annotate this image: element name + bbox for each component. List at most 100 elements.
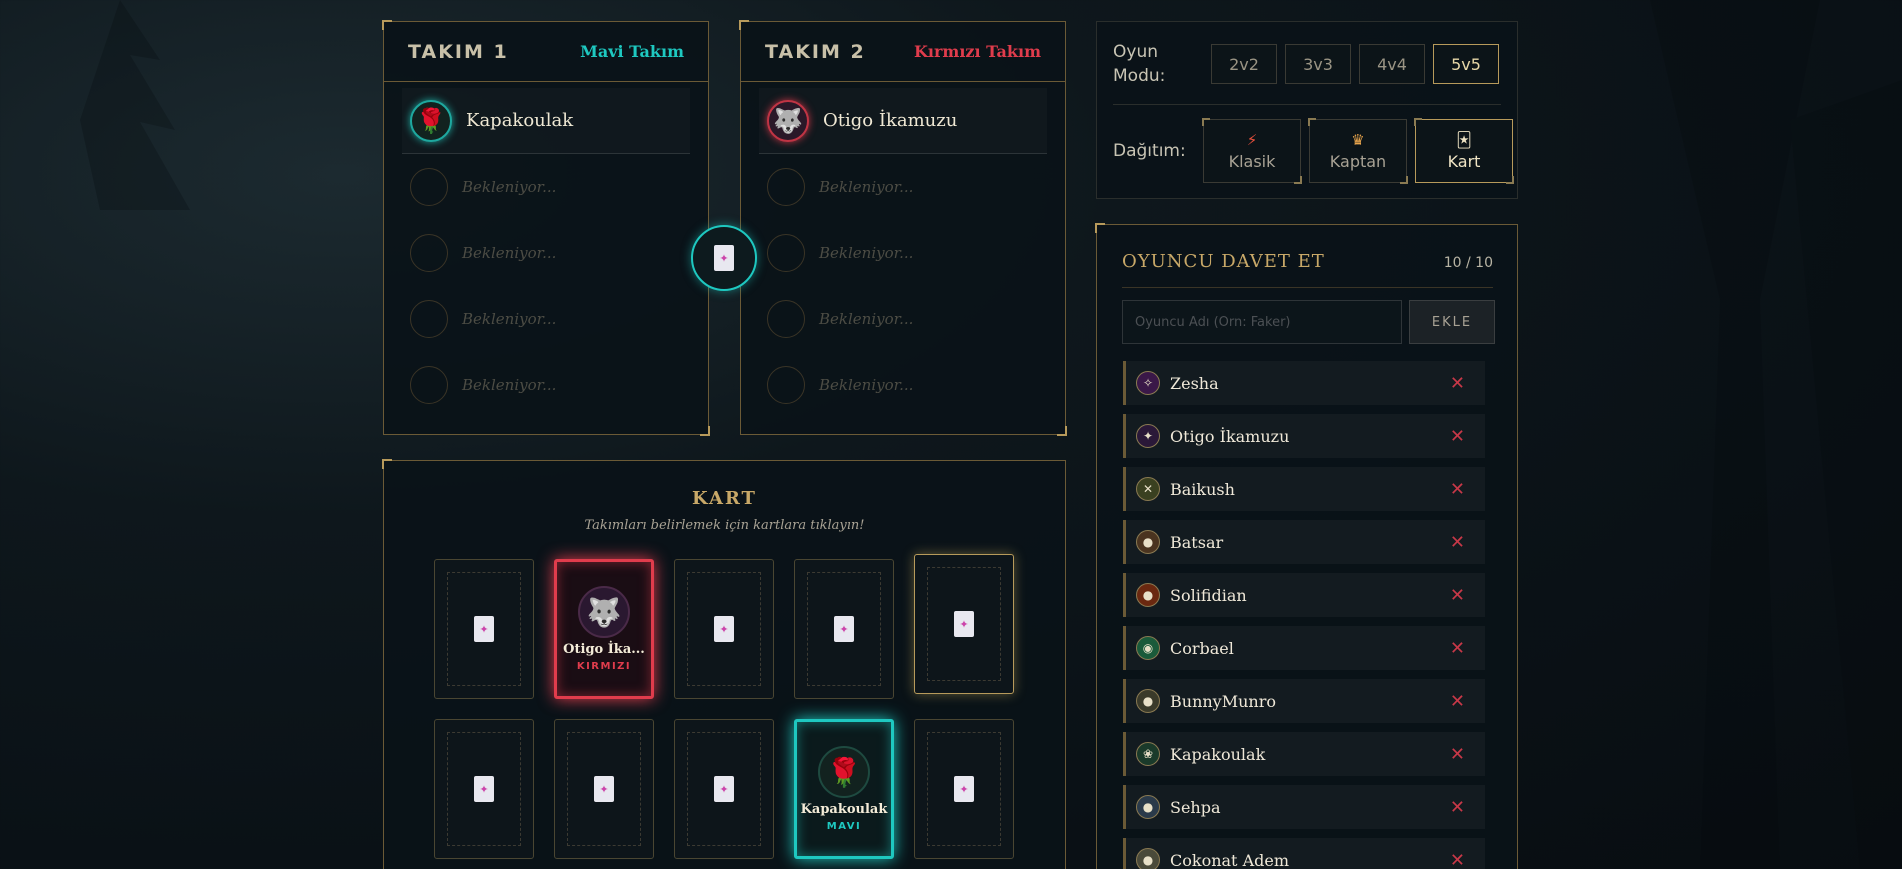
distribution-label: Dağıtım: [1113,141,1186,161]
player-name: Cokonat Adem [1170,850,1289,869]
hidden-card[interactable]: ✦ [434,559,534,699]
dist-button-kart[interactable]: 🃏 Kart [1414,118,1514,184]
player-row: ❀ Kapakoulak ✕ [1123,732,1485,776]
invite-count: 10 / 10 [1443,255,1493,271]
waiting-label: Bekleniyor... [819,310,914,328]
remove-player-icon[interactable]: ✕ [1450,850,1465,869]
hidden-card[interactable]: ✦ [914,719,1014,859]
hidden-card[interactable]: ✦ [674,559,774,699]
remove-player-icon[interactable]: ✕ [1450,532,1465,553]
remove-player-icon[interactable]: ✕ [1450,638,1465,659]
crown-icon: ♛ [1351,130,1365,149]
team1-slot-2[interactable]: Bekleniyor... [402,154,690,220]
player-name: Kapakoulak [1170,744,1266,764]
empty-avatar-icon [767,234,805,272]
player-row: ● Sehpa ✕ [1123,785,1485,829]
revealed-card-blue[interactable]: 🌹 Kapakoulak MAVI [794,719,894,859]
champion-avatar-icon: 🐺 [578,586,630,638]
player-name: Batsar [1170,532,1224,552]
empty-avatar-icon [767,168,805,206]
card-player-name: Otigo İka... [563,642,645,657]
card-icon: ✦ [714,245,734,271]
player-row: ✧ Zesha ✕ [1123,361,1485,405]
team2-slot-3[interactable]: Bekleniyor... [759,220,1047,286]
team1-slot-5[interactable]: Bekleniyor... [402,352,690,418]
empty-avatar-icon [767,300,805,338]
dist-button-kaptan[interactable]: ♛ Kaptan [1308,118,1408,184]
dist-button-klasik[interactable]: ⚡ Klasik [1202,118,1302,184]
settings-panel: Oyun Modu: 2v2 3v3 4v4 5v5 Dağıtım: ⚡ Kl… [1096,21,1518,199]
mode-button-2v2[interactable]: 2v2 [1211,44,1277,84]
remove-player-icon[interactable]: ✕ [1450,426,1465,447]
player-row: ✕ Baikush ✕ [1123,467,1485,511]
remove-player-icon[interactable]: ✕ [1450,479,1465,500]
card-icon: ✦ [834,616,854,642]
dist-label: Kart [1447,151,1481,171]
dist-label: Kaptan [1329,151,1387,171]
rose-avatar-icon: ❀ [1136,742,1160,766]
hidden-card[interactable]: ✦ [914,554,1014,694]
team1-header: TAKIM 1 Mavi Takım [384,22,708,82]
card-mode-indicator: ✦ [691,225,757,291]
waiting-label: Bekleniyor... [462,178,557,196]
hidden-card[interactable]: ✦ [794,559,894,699]
team1-slot-3[interactable]: Bekleniyor... [402,220,690,286]
lightning-icon: ⚡ [1246,130,1258,149]
game-mode-label: Oyun Modu: [1113,42,1166,86]
player-name-input[interactable] [1122,300,1402,344]
team2-title: TAKIM 2 [765,40,866,63]
card-icon: ✦ [954,611,974,637]
dist-label: Klasik [1228,151,1276,171]
card-icon: ✦ [714,776,734,802]
waiting-label: Bekleniyor... [819,376,914,394]
revealed-card-red[interactable]: 🐺 Otigo İka... KIRMIZI [554,559,654,699]
empty-avatar-icon [410,234,448,272]
champion-avatar-icon: ◉ [1136,636,1160,660]
empty-avatar-icon [410,300,448,338]
mode-button-3v3[interactable]: 3v3 [1285,44,1351,84]
remove-player-icon[interactable]: ✕ [1450,797,1465,818]
champion-avatar-icon: ✕ [1136,477,1160,501]
team2-panel: TAKIM 2 Kırmızı Takım 🐺 Otigo İkamuzu Be… [739,20,1067,436]
card-icon: ✦ [954,776,974,802]
player-row: ◉ Corbael ✕ [1123,626,1485,670]
remove-player-icon[interactable]: ✕ [1450,691,1465,712]
team1-slot-4[interactable]: Bekleniyor... [402,286,690,352]
player-name: Otigo İkamuzu [1170,426,1290,446]
rose-avatar-icon: 🌹 [410,99,452,142]
player-row: ✦ Otigo İkamuzu ✕ [1123,414,1485,458]
mode-button-5v5[interactable]: 5v5 [1433,44,1499,84]
remove-player-icon[interactable]: ✕ [1450,373,1465,394]
team2-tag: Kırmızı Takım [914,42,1041,61]
card-icon: ✦ [714,616,734,642]
player-row: ● Cokonat Adem ✕ [1123,838,1485,869]
player-row: ● Solifidian ✕ [1123,573,1485,617]
team2-slot-4[interactable]: Bekleniyor... [759,286,1047,352]
mode-button-4v4[interactable]: 4v4 [1359,44,1425,84]
team2-slot-1[interactable]: 🐺 Otigo İkamuzu [759,88,1047,154]
waiting-label: Bekleniyor... [819,244,914,262]
waiting-label: Bekleniyor... [462,244,557,262]
card-icon: ✦ [474,776,494,802]
champion-avatar-icon: ✦ [1136,424,1160,448]
remove-player-icon[interactable]: ✕ [1450,585,1465,606]
team2-slot-5[interactable]: Bekleniyor... [759,352,1047,418]
board-subtitle: Takımları belirlemek için kartlara tıkla… [584,518,865,533]
team2-player-name: Otigo İkamuzu [823,110,958,131]
hidden-card[interactable]: ✦ [554,719,654,859]
champion-avatar-icon: ● [1136,795,1160,819]
player-row: ● Batsar ✕ [1123,520,1485,564]
card-team-label: MAVI [826,821,862,832]
card-icon: 🃏 [1456,130,1472,149]
add-player-button[interactable]: EKLE [1409,300,1495,344]
team2-slot-2[interactable]: Bekleniyor... [759,154,1047,220]
champion-avatar-icon: ● [1136,530,1160,554]
hidden-card[interactable]: ✦ [674,719,774,859]
champion-avatar-icon: ● [1136,848,1160,869]
player-name: Baikush [1170,479,1235,499]
invite-title: OYUNCU DAVET ET [1122,251,1325,272]
team1-slot-1[interactable]: 🌹 Kapakoulak [402,88,690,154]
hidden-card[interactable]: ✦ [434,719,534,859]
remove-player-icon[interactable]: ✕ [1450,744,1465,765]
player-name: Zesha [1170,373,1219,393]
